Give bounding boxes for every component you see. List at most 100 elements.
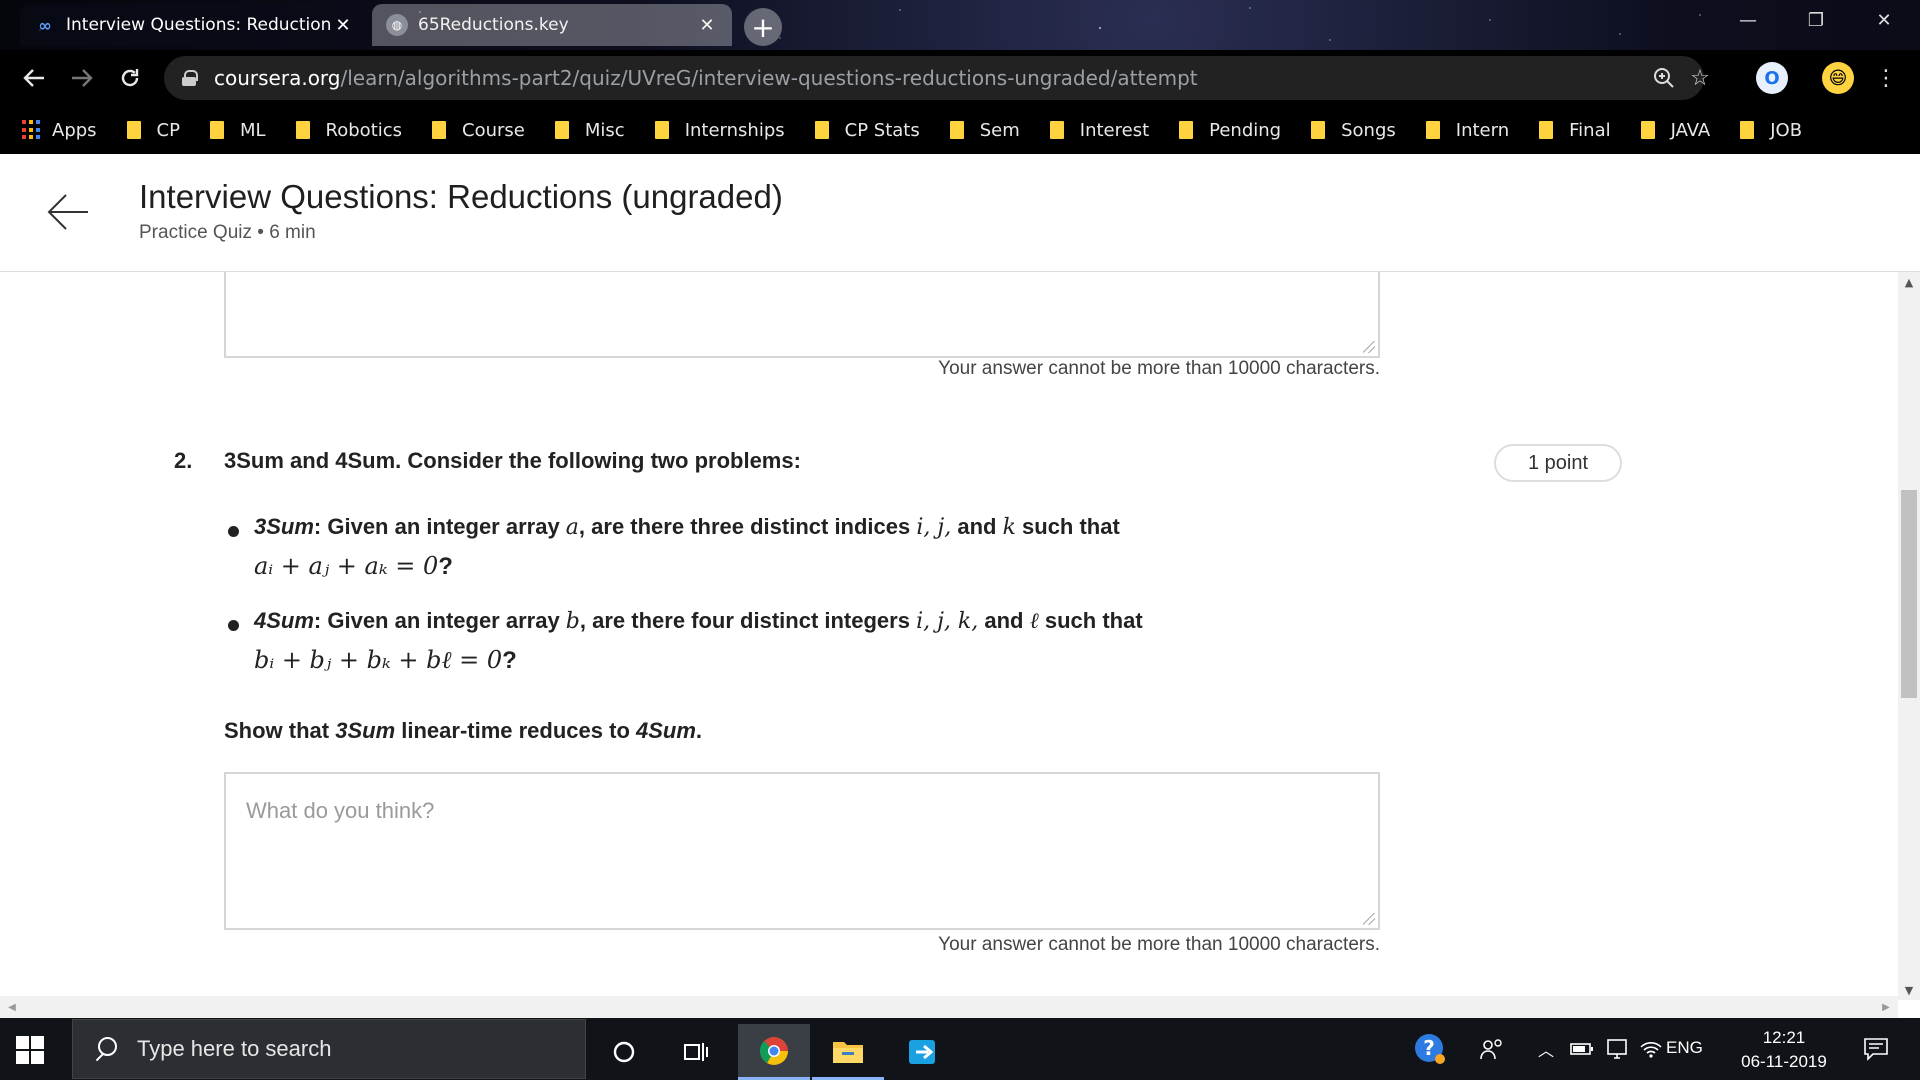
file-explorer-icon[interactable] xyxy=(812,1024,884,1080)
folder-icon xyxy=(1425,121,1440,139)
url-text: coursera.org/learn/algorithms-part2/quiz… xyxy=(214,66,1198,90)
battery-icon[interactable] xyxy=(1568,1032,1596,1066)
svg-text:?: ? xyxy=(1423,1036,1435,1060)
minimize-button[interactable]: — xyxy=(1720,0,1776,40)
bookmark-star-icon[interactable]: ☆ xyxy=(1686,64,1714,92)
char-limit-note: Your answer cannot be more than 10000 ch… xyxy=(938,934,1380,955)
back-arrow-icon xyxy=(47,194,88,230)
cortana-icon[interactable] xyxy=(588,1024,660,1080)
bookmark-apps[interactable]: Apps xyxy=(22,120,97,141)
resize-handle[interactable] xyxy=(1363,913,1375,925)
network-icon[interactable] xyxy=(1604,1032,1632,1066)
scroll-thumb[interactable] xyxy=(1901,490,1917,698)
folder-icon xyxy=(126,121,141,139)
app-arrow-icon[interactable] xyxy=(888,1024,960,1080)
close-tab-icon[interactable]: ✕ xyxy=(696,15,718,36)
question-number: 2. xyxy=(174,448,193,473)
zoom-icon[interactable] xyxy=(1650,64,1678,92)
lock-icon xyxy=(182,70,198,86)
maximize-button[interactable]: ❐ xyxy=(1788,0,1844,40)
answer-textarea-q1[interactable] xyxy=(224,272,1380,358)
reload-button[interactable] xyxy=(112,60,148,96)
page-subtitle: Practice Quiz • 6 min xyxy=(139,222,316,243)
back-arrow-icon xyxy=(23,69,44,87)
quiz-content: Your answer cannot be more than 10000 ch… xyxy=(0,272,1902,1000)
folder-icon xyxy=(554,121,569,139)
tab-title: 65Reductions.key xyxy=(418,15,569,35)
equation-4sum: bᵢ + bⱼ + bₖ + bℓ = 0? xyxy=(254,646,517,674)
bookmark-folder-course[interactable]: Course xyxy=(432,120,525,141)
notifications-icon[interactable] xyxy=(1858,1032,1894,1066)
folder-icon xyxy=(814,121,829,139)
wifi-icon[interactable] xyxy=(1638,1032,1664,1066)
taskbar-search[interactable]: Type here to search xyxy=(72,1019,586,1079)
close-window-button[interactable]: ✕ xyxy=(1856,0,1912,40)
horizontal-scrollbar[interactable]: ◀ ▶ xyxy=(0,996,1898,1018)
browser-tab-strip: ∞ Interview Questions: Reductions ( ✕ ◍ … xyxy=(0,0,1920,50)
question-title: 3Sum and 4Sum. Consider the following tw… xyxy=(224,448,801,473)
quiz-header: Interview Questions: Reductions (ungrade… xyxy=(0,154,1920,272)
bookmark-folder-cp[interactable]: CP xyxy=(126,120,180,141)
folder-icon xyxy=(1740,121,1755,139)
bookmark-folder-cp-stats[interactable]: CP Stats xyxy=(814,120,920,141)
forward-arrow-icon xyxy=(72,69,93,87)
back-button[interactable] xyxy=(16,60,52,96)
answer-placeholder: What do you think? xyxy=(246,798,435,823)
folder-icon xyxy=(1311,121,1326,139)
bookmark-folder-interest[interactable]: Interest xyxy=(1049,120,1149,141)
new-tab-button[interactable]: + xyxy=(744,8,782,46)
vertical-scrollbar[interactable]: ▲ ▼ xyxy=(1898,272,1920,1000)
windows-start-icon[interactable] xyxy=(16,1036,44,1064)
points-badge: 1 point xyxy=(1494,444,1622,482)
tab-title: Interview Questions: Reductions ( xyxy=(66,15,332,35)
menu-icon[interactable]: ⋮ xyxy=(1870,62,1902,94)
search-icon xyxy=(93,1037,117,1061)
browser-toolbar: coursera.org/learn/algorithms-part2/quiz… xyxy=(0,50,1920,106)
close-tab-icon[interactable]: ✕ xyxy=(332,15,354,36)
folder-icon xyxy=(432,121,447,139)
folder-icon xyxy=(1539,121,1554,139)
language-indicator[interactable]: ENG xyxy=(1666,1038,1703,1058)
address-bar[interactable]: coursera.org/learn/algorithms-part2/quiz… xyxy=(164,56,1710,100)
bookmark-folder-java[interactable]: JAVA xyxy=(1640,120,1710,141)
problem-4sum-statement: 4Sum: Given an integer array b, are ther… xyxy=(254,608,1143,634)
forward-button[interactable] xyxy=(64,60,100,96)
folder-icon xyxy=(949,121,964,139)
task-view-icon[interactable] xyxy=(660,1024,732,1080)
scroll-down-arrow-icon[interactable]: ▼ xyxy=(1898,980,1920,1000)
bookmark-folder-sem[interactable]: Sem xyxy=(949,120,1020,141)
bookmark-folder-robotics[interactable]: Robotics xyxy=(295,120,402,141)
tab-coursera[interactable]: ∞ Interview Questions: Reductions ( ✕ xyxy=(20,4,368,46)
scroll-right-arrow-icon[interactable]: ▶ xyxy=(1876,996,1896,1018)
chevron-up-icon[interactable]: ︿ xyxy=(1534,1032,1558,1066)
page-title: Interview Questions: Reductions (ungrade… xyxy=(139,178,783,215)
bookmark-folder-misc[interactable]: Misc xyxy=(554,120,625,141)
resize-handle[interactable] xyxy=(1363,341,1375,353)
bookmark-folder-internships[interactable]: Internships xyxy=(654,120,785,141)
clock-time: 12:21 xyxy=(1762,1028,1806,1047)
folder-icon xyxy=(1049,121,1064,139)
people-icon[interactable] xyxy=(1476,1032,1508,1066)
answer-textarea-q2[interactable]: What do you think? xyxy=(224,772,1380,930)
system-clock[interactable]: 12:21 06-11-2019 xyxy=(1722,1026,1846,1074)
extension-icon[interactable]: O xyxy=(1756,62,1788,94)
bookmark-folder-songs[interactable]: Songs xyxy=(1311,120,1396,141)
bullet-dot xyxy=(228,620,239,631)
bullet-dot xyxy=(228,526,239,537)
bookmark-folder-intern[interactable]: Intern xyxy=(1425,120,1509,141)
folder-icon xyxy=(209,121,224,139)
problem-3sum-statement: 3Sum: Given an integer array a, are ther… xyxy=(254,514,1120,540)
tab-reductions-key[interactable]: ◍ 65Reductions.key ✕ xyxy=(372,4,732,46)
bookmark-folder-final[interactable]: Final xyxy=(1539,120,1611,141)
scroll-up-arrow-icon[interactable]: ▲ xyxy=(1898,272,1920,292)
bookmark-folder-pending[interactable]: Pending xyxy=(1179,120,1281,141)
scroll-left-arrow-icon[interactable]: ◀ xyxy=(2,996,22,1018)
globe-icon: ◍ xyxy=(386,14,408,36)
chrome-icon[interactable] xyxy=(738,1024,810,1080)
bookmark-folder-job[interactable]: JOB xyxy=(1740,120,1802,141)
profile-avatar[interactable]: 😄 xyxy=(1822,62,1854,94)
back-to-course-button[interactable] xyxy=(46,192,94,232)
help-icon[interactable]: ? xyxy=(1410,1032,1450,1066)
bookmark-folder-ml[interactable]: ML xyxy=(209,120,266,141)
search-placeholder: Type here to search xyxy=(137,1036,332,1061)
